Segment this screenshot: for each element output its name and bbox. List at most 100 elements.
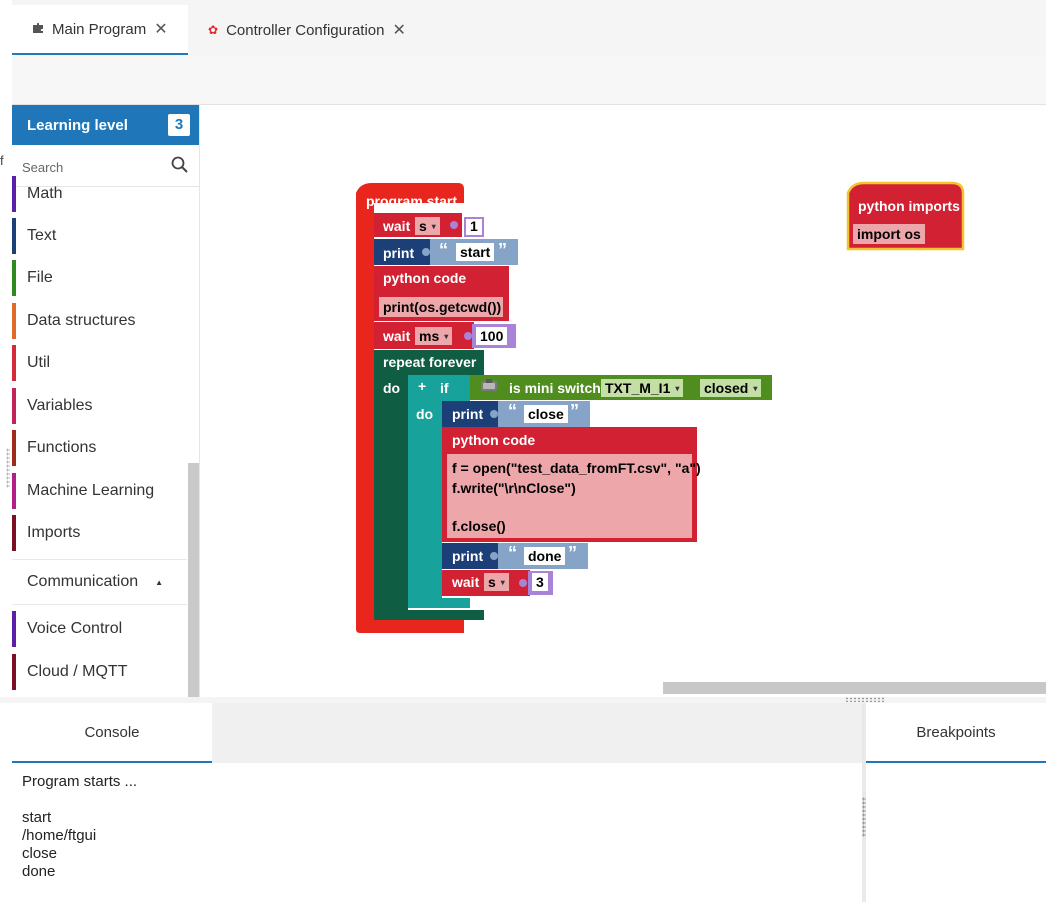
dropdown-value: ms — [419, 328, 440, 344]
tab-bar: Main Program ✕ ✿ Controller Configuratio… — [0, 0, 1046, 902]
console-output: Program starts ... start /home/ftgui clo… — [22, 773, 842, 881]
edge-fragment: f — [0, 153, 4, 168]
category-variables[interactable]: Variables — [12, 388, 187, 424]
console-line: start — [22, 809, 52, 826]
mini-switch-icon — [480, 379, 498, 393]
code-field[interactable]: import os — [853, 224, 925, 244]
print-label: print — [383, 245, 415, 261]
wait-unit-dropdown[interactable]: s ▾ — [484, 573, 509, 591]
dropdown-value: closed — [704, 380, 749, 396]
category-label: Functions — [27, 439, 97, 456]
close-icon[interactable]: ✕ — [392, 20, 405, 40]
category-util[interactable]: Util — [12, 345, 187, 381]
category-cloud-mqtt[interactable]: Cloud / MQTT — [12, 654, 187, 690]
repeat-do-label: do — [383, 380, 401, 396]
category-data-structures[interactable]: Data structures — [12, 303, 187, 339]
category-math[interactable]: Math — [12, 176, 187, 212]
code-field[interactable]: f = open("test_data_fromFT.csv", "a") f.… — [447, 454, 701, 538]
number-field[interactable]: 1 — [464, 217, 484, 237]
gear-icon: ✿ — [208, 23, 219, 37]
category-swatch — [12, 611, 16, 647]
quote-close-icon: ” — [570, 401, 579, 421]
is-mini-switch-label: is mini switch — [509, 380, 601, 396]
category-swatch — [12, 303, 16, 339]
quote-close-icon: ” — [498, 240, 507, 260]
console-line: Program starts ... — [22, 773, 138, 790]
category-label: Data structures — [27, 312, 136, 329]
category-functions[interactable]: Functions — [12, 430, 187, 466]
sidebar-resize-handle[interactable] — [6, 448, 10, 488]
dropdown-arrow-icon: ▾ — [500, 578, 505, 588]
if-mutator-plus-icon[interactable]: + — [418, 378, 426, 394]
python-code-label: python code — [452, 432, 536, 448]
workspace-horizontal-scrollbar[interactable] — [663, 682, 1046, 694]
if-label: if — [440, 380, 449, 396]
toolbar — [12, 55, 1046, 105]
learning-level-bar[interactable]: Learning level 3 — [12, 105, 199, 145]
text-field[interactable]: close — [524, 405, 568, 423]
category-voice-control[interactable]: Voice Control — [12, 611, 187, 647]
wait-unit-dropdown[interactable]: s ▾ — [415, 217, 440, 235]
block-workspace[interactable]: program start wait s ▾ 1 print “ start ” … — [200, 105, 1046, 697]
palette-scrollbar-thumb[interactable] — [188, 463, 199, 697]
text-field[interactable]: start — [456, 243, 495, 261]
console-line: close — [22, 845, 58, 862]
if-do-label: do — [416, 406, 434, 422]
category-swatch — [12, 388, 16, 424]
code-field[interactable]: print(os.getcwd()) — [379, 297, 503, 317]
category-file[interactable]: File — [12, 260, 187, 296]
category-text[interactable]: Text — [12, 218, 187, 254]
repeat-forever-label: repeat forever — [383, 354, 477, 370]
category-label: Cloud / MQTT — [27, 663, 128, 680]
dropdown-arrow-icon: ▾ — [753, 384, 758, 394]
category-label: Variables — [27, 397, 93, 414]
wait-label: wait — [452, 574, 480, 590]
text-field[interactable]: done — [524, 547, 566, 565]
block-shapes — [356, 181, 965, 633]
switch-state-dropdown[interactable]: closed ▾ — [700, 379, 762, 397]
code-line: f.close() — [452, 518, 506, 534]
quote-open-icon: “ — [508, 543, 517, 563]
close-icon[interactable]: ✕ — [154, 19, 167, 39]
category-machine-learning[interactable]: Machine Learning — [12, 473, 187, 509]
category-label: Math — [27, 185, 63, 202]
tab-label: Controller Configuration — [226, 21, 385, 39]
code-line: f.write("\r\nClose") — [452, 480, 576, 496]
category-swatch — [12, 430, 16, 466]
collapse-arrow-icon[interactable]: ▲ — [155, 578, 163, 587]
tab-console[interactable]: Console — [12, 703, 212, 763]
wait-label: wait — [383, 328, 411, 344]
console-tab-strip: Console — [12, 703, 865, 763]
dropdown-value: s — [488, 574, 496, 590]
tab-label: Main Program — [52, 20, 147, 38]
number-field[interactable]: 100 — [476, 327, 508, 345]
category-label: Machine Learning — [27, 482, 155, 499]
category-swatch — [12, 218, 16, 254]
dropdown-value: s — [419, 218, 427, 234]
dropdown-arrow-icon: ▾ — [675, 384, 680, 394]
breakpoints-panel: Breakpoints — [866, 703, 1046, 902]
category-group-communication[interactable]: Communication ▲ — [12, 559, 187, 605]
search-icon[interactable] — [170, 155, 190, 175]
learning-level-badge[interactable]: 3 — [168, 114, 190, 136]
quote-close-icon: ” — [568, 543, 577, 563]
program-start-label: program start — [366, 193, 458, 209]
dropdown-value: TXT_M_I1 — [605, 380, 671, 396]
input-port-dropdown[interactable]: TXT_M_I1 ▾ — [601, 379, 684, 397]
splitter-grip-icon[interactable] — [845, 697, 885, 702]
category-label: Text — [27, 227, 57, 244]
wait-unit-dropdown[interactable]: ms ▾ — [415, 327, 453, 345]
tab-breakpoints[interactable]: Breakpoints — [866, 703, 1046, 763]
tab-main-program[interactable]: Main Program ✕ — [12, 5, 188, 55]
category-swatch — [12, 515, 16, 551]
number-field[interactable]: 3 — [532, 573, 548, 591]
block-palette: Learning level 3 Math Text File Data str… — [12, 105, 200, 697]
category-label: Voice Control — [27, 620, 123, 637]
tab-controller-configuration[interactable]: ✿ Controller Configuration ✕ — [188, 5, 428, 55]
category-swatch — [12, 260, 16, 296]
category-imports[interactable]: Imports — [12, 515, 187, 551]
dropdown-arrow-icon: ▾ — [444, 332, 449, 342]
print-label: print — [452, 406, 484, 422]
category-swatch — [12, 654, 16, 690]
